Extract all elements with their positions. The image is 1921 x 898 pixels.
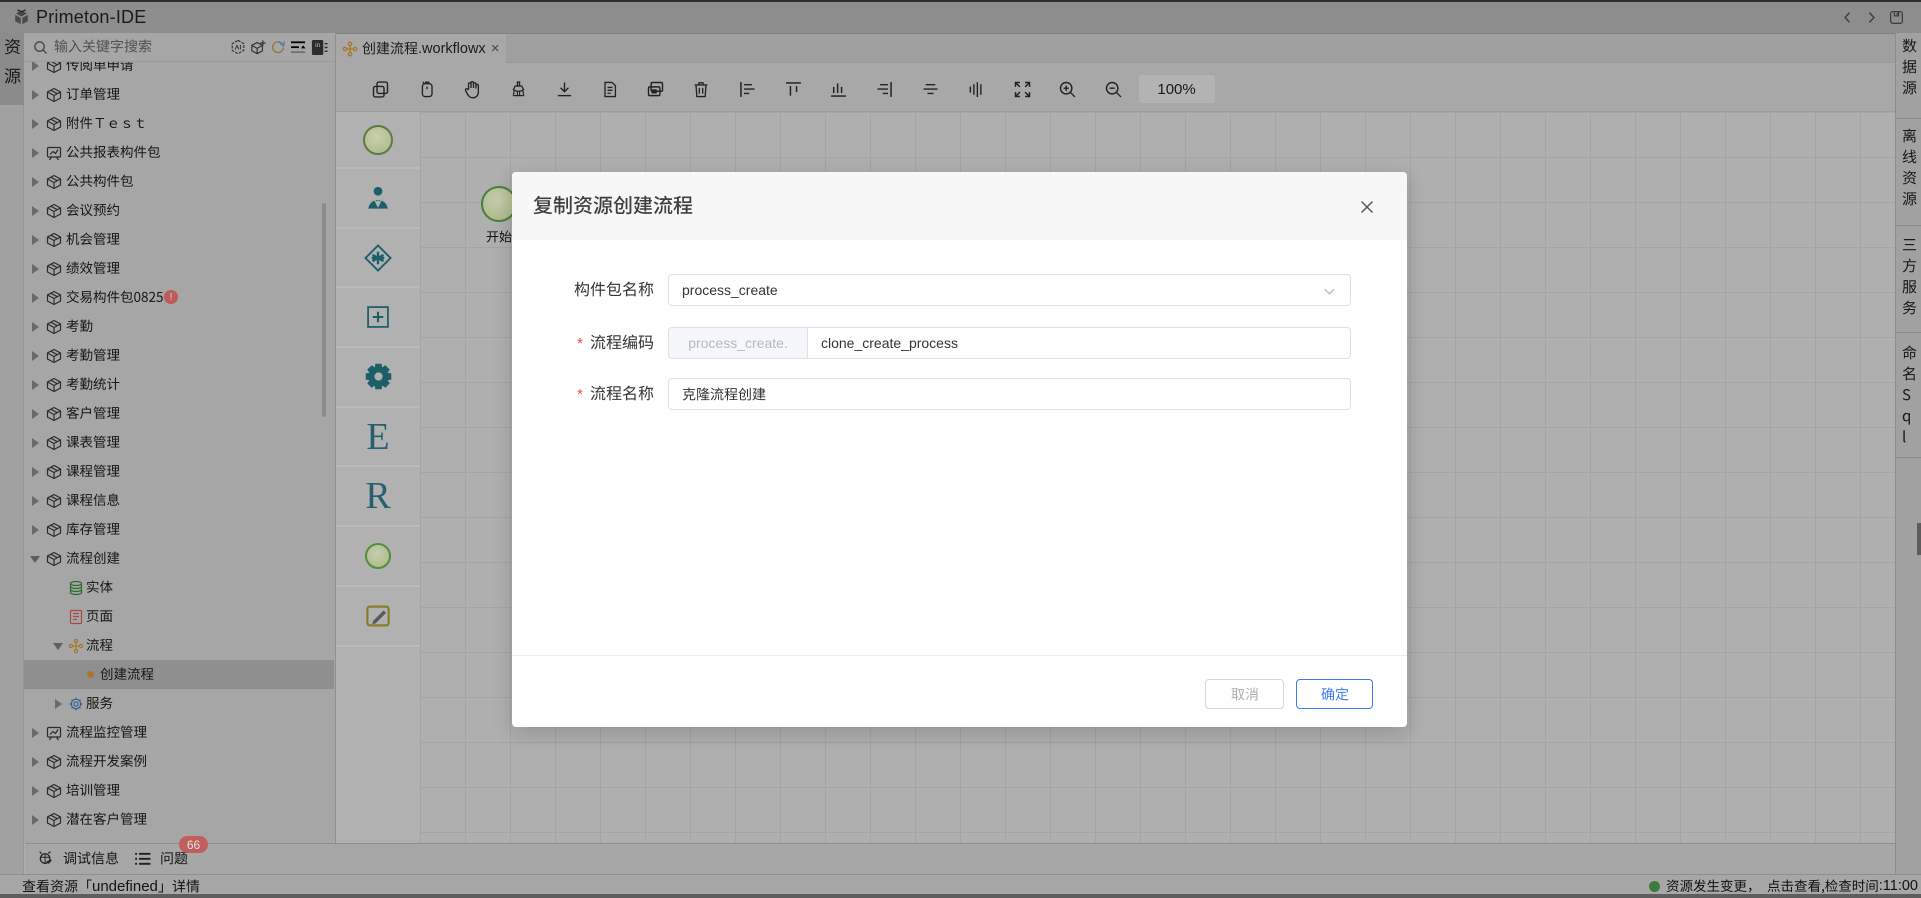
svg-text:in: in (315, 42, 320, 49)
svg-text:AI: AI (235, 44, 242, 51)
